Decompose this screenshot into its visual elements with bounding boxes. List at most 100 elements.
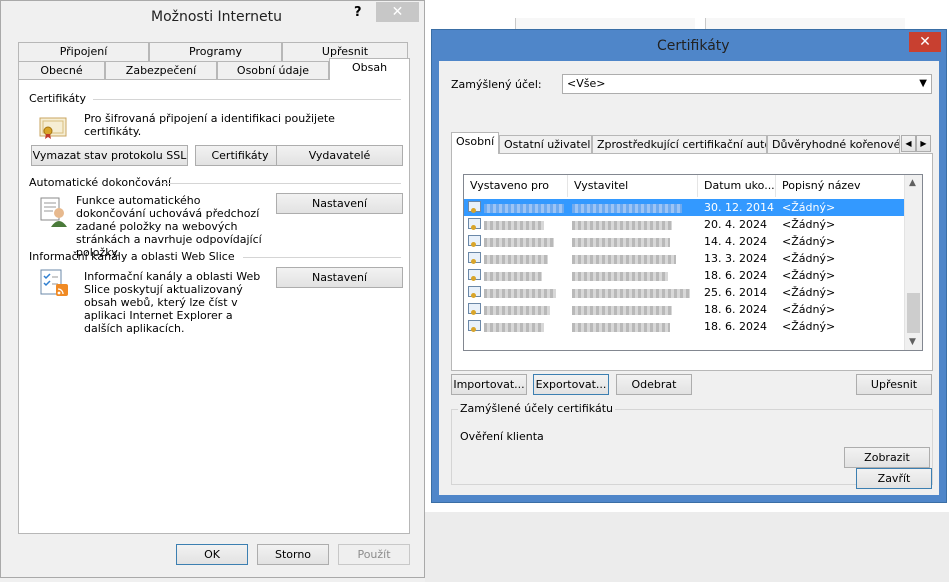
redacted-text: [484, 254, 548, 264]
tab-zabezpeceni[interactable]: Zabezpečení: [105, 61, 217, 80]
chevron-left-icon: ◀: [905, 139, 912, 148]
redacted-text: [572, 288, 690, 298]
help-button[interactable]: ?: [354, 5, 362, 20]
cell-issuer-redacted: [572, 216, 672, 233]
column-header-expiration[interactable]: Datum uko...: [698, 175, 776, 197]
apply-button[interactable]: Použít: [338, 544, 410, 565]
certificates-title: Certifikáty: [657, 38, 730, 54]
redacted-text: [484, 203, 564, 213]
table-row[interactable]: 18. 6. 2024 <Žádný>: [464, 301, 904, 318]
redacted-text: [572, 305, 672, 315]
certificate-icon: [468, 286, 481, 298]
certificate-icon: [468, 303, 481, 315]
certificates-body: Zamýšlený účel: <Vše> ▼ Osobní Ostatní u…: [439, 61, 939, 495]
redacted-text: [484, 237, 554, 247]
tab-zprostredkujici-autority[interactable]: Zprostředkující certifikační autority: [592, 135, 767, 154]
table-row[interactable]: 25. 6. 2014 <Žádný>: [464, 284, 904, 301]
scrollbar-thumb[interactable]: [907, 293, 920, 333]
purpose-label: Zamýšlený účel:: [451, 78, 542, 91]
clear-ssl-state-button[interactable]: Vymazat stav protokolu SSL: [31, 145, 188, 166]
cell-friendly-name: <Žádný>: [782, 286, 836, 299]
certificate-list[interactable]: Vystaveno pro Vystavitel Datum uko... Po…: [463, 174, 923, 351]
cell-friendly-name: <Žádný>: [782, 320, 836, 333]
certificate-icon: [468, 235, 481, 247]
redacted-text: [572, 220, 672, 230]
tab-pripojeni[interactable]: Připojení: [18, 42, 149, 61]
cancel-button[interactable]: Storno: [257, 544, 329, 565]
tab-duveryhodne-korenove[interactable]: Důvěryhodné kořenové ce: [767, 135, 900, 154]
export-button[interactable]: Exportovat...: [533, 374, 609, 395]
cell-issuer-redacted: [572, 301, 672, 318]
scroll-down-icon[interactable]: ▼: [909, 337, 916, 347]
certificate-icon: [39, 116, 69, 140]
cell-issued-to-redacted: [484, 199, 564, 216]
list-scrollbar[interactable]: ▲ ▼: [904, 175, 922, 350]
cell-issued-to-redacted: [484, 250, 548, 267]
window-title: Možnosti Internetu: [151, 9, 283, 25]
certificates-button[interactable]: Certifikáty: [195, 145, 285, 166]
scroll-up-icon[interactable]: ▲: [909, 178, 916, 188]
cell-expiration-date: 25. 6. 2014: [704, 286, 767, 299]
cell-issuer-redacted: [572, 233, 670, 250]
table-row[interactable]: 30. 12. 2014 <Žádný>: [464, 199, 904, 216]
cell-friendly-name: <Žádný>: [782, 201, 836, 214]
cell-friendly-name: <Žádný>: [782, 269, 836, 282]
cell-issued-to-redacted: [484, 318, 544, 335]
view-button[interactable]: Zobrazit: [844, 447, 930, 468]
redacted-text: [572, 203, 682, 213]
tab-osobni[interactable]: Osobní: [451, 132, 499, 154]
redacted-text: [484, 220, 544, 230]
feeds-settings-button[interactable]: Nastavení: [276, 267, 403, 288]
internet-options-window: Možnosti Internetu ? ✕ Připojení Program…: [0, 0, 425, 578]
cell-friendly-name: <Žádný>: [782, 235, 836, 248]
section-divider: [93, 99, 401, 100]
purpose-select[interactable]: <Vše> ▼: [562, 74, 932, 94]
column-header-issued-to[interactable]: Vystaveno pro: [464, 175, 568, 197]
table-row[interactable]: 18. 6. 2024 <Žádný>: [464, 318, 904, 335]
autocomplete-section-label: Automatické dokončování: [29, 176, 172, 189]
table-row[interactable]: 13. 3. 2024 <Žádný>: [464, 250, 904, 267]
tab-obsah[interactable]: Obsah: [329, 58, 410, 80]
table-row[interactable]: 18. 6. 2024 <Žádný>: [464, 267, 904, 284]
chevron-right-icon: ▶: [920, 139, 927, 148]
tab-obecne[interactable]: Obecné: [18, 61, 105, 80]
import-button[interactable]: Importovat...: [451, 374, 527, 395]
cell-issued-to-redacted: [484, 216, 544, 233]
tab-ostatni-uzivatele[interactable]: Ostatní uživatelé: [499, 135, 592, 154]
certificate-icon: [468, 201, 481, 213]
remove-button[interactable]: Odebrat: [616, 374, 692, 395]
column-header-issuer[interactable]: Vystavitel: [568, 175, 698, 197]
certificate-icon: [468, 218, 481, 230]
cell-issuer-redacted: [572, 250, 676, 267]
content-tab-panel: Certifikáty Pro šifrovaná připojení a id…: [18, 79, 410, 534]
cell-issuer-redacted: [572, 318, 670, 335]
ok-button[interactable]: OK: [176, 544, 248, 565]
cell-friendly-name: <Žádný>: [782, 303, 836, 316]
intended-purposes-label: Zamýšlené účely certifikátu: [458, 402, 615, 415]
redacted-text: [572, 254, 676, 264]
certificates-close-button[interactable]: ✕: [909, 32, 941, 52]
cell-expiration-date: 18. 6. 2024: [704, 320, 767, 333]
cell-issuer-redacted: [572, 199, 682, 216]
table-row[interactable]: 20. 4. 2024 <Žádný>: [464, 216, 904, 233]
purpose-select-value: <Vše>: [567, 77, 606, 90]
table-row[interactable]: 14. 4. 2024 <Žádný>: [464, 233, 904, 250]
tab-scroll-left-button[interactable]: ◀: [901, 135, 916, 152]
cell-expiration-date: 18. 6. 2024: [704, 269, 767, 282]
redacted-text: [572, 271, 668, 281]
advanced-button[interactable]: Upřesnit: [856, 374, 932, 395]
redacted-text: [572, 237, 670, 247]
feeds-icon: [39, 268, 71, 298]
close-button[interactable]: ✕: [376, 2, 419, 22]
tab-osobni-udaje[interactable]: Osobní údaje: [217, 61, 329, 80]
column-header-friendly-name[interactable]: Popisný název: [776, 175, 904, 197]
certificates-description: Pro šifrovaná připojení a identifikaci p…: [84, 112, 335, 138]
cell-issued-to-redacted: [484, 284, 556, 301]
certificate-icon: [468, 252, 481, 264]
tab-scroll-right-button[interactable]: ▶: [916, 135, 931, 152]
tab-programy[interactable]: Programy: [149, 42, 282, 61]
close-dialog-button[interactable]: Zavřít: [856, 468, 932, 489]
autocomplete-settings-button[interactable]: Nastavení: [276, 193, 403, 214]
redacted-text: [484, 288, 556, 298]
publishers-button[interactable]: Vydavatelé: [276, 145, 403, 166]
